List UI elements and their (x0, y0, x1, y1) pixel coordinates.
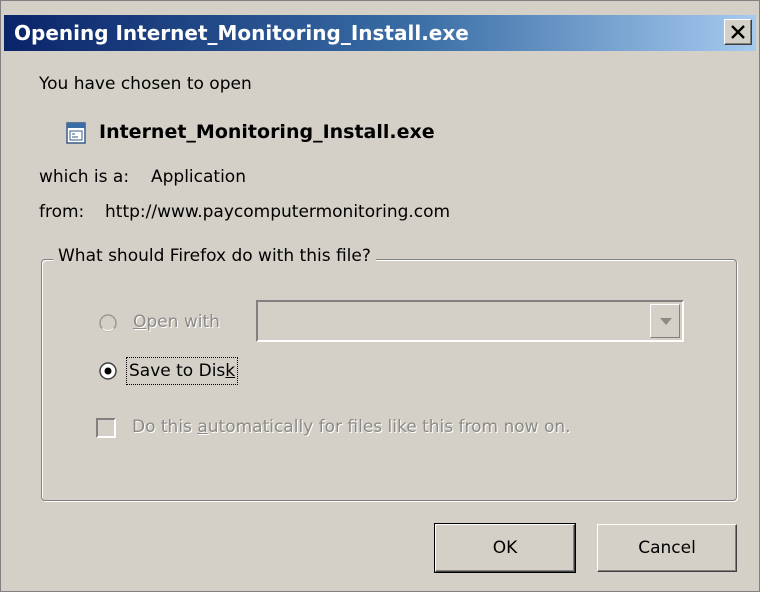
open-with-app-select[interactable] (256, 300, 684, 342)
auto-action-checkbox[interactable] (96, 418, 116, 438)
source-label: from: (39, 202, 85, 222)
save-to-disk-label-text: Save to Dis (129, 361, 226, 381)
action-group-legend: What should Firefox do with this file? (53, 246, 376, 266)
open-with-label-rest: pen with (146, 312, 220, 332)
open-with-radio[interactable] (99, 314, 117, 332)
auto-action-accesskey: a (197, 417, 208, 437)
application-file-icon (66, 122, 86, 144)
ok-button[interactable]: OK (434, 523, 576, 573)
chosen-to-open-label: You have chosen to open (39, 74, 252, 94)
file-type-value: Application (151, 167, 246, 187)
close-button[interactable] (724, 19, 752, 45)
save-to-disk-radio[interactable] (99, 362, 117, 380)
open-with-label: Open with (133, 312, 220, 332)
window-title: Opening Internet_Monitoring_Install.exe (14, 21, 469, 45)
save-to-disk-label[interactable]: Save to Disk (125, 357, 239, 385)
cancel-button[interactable]: Cancel (597, 524, 737, 572)
auto-action-label-text: Do this (132, 417, 198, 437)
file-type-label: which is a: (39, 167, 130, 187)
dropdown-arrow-button[interactable] (650, 304, 680, 338)
chevron-down-icon (660, 318, 672, 325)
title-bar[interactable]: Opening Internet_Monitoring_Install.exe (4, 15, 756, 51)
download-dialog-window: Opening Internet_Monitoring_Install.exe … (0, 0, 760, 592)
open-with-accesskey: O (133, 312, 147, 332)
save-to-disk-accesskey: k (225, 361, 236, 381)
source-url: http://www.paycomputermonitoring.com (105, 202, 451, 222)
close-x-icon (731, 25, 745, 39)
file-name: Internet_Monitoring_Install.exe (99, 121, 435, 143)
auto-action-label: Do this automatically for files like thi… (132, 417, 571, 437)
auto-action-label-after: utomatically for files like this from no… (207, 417, 571, 437)
